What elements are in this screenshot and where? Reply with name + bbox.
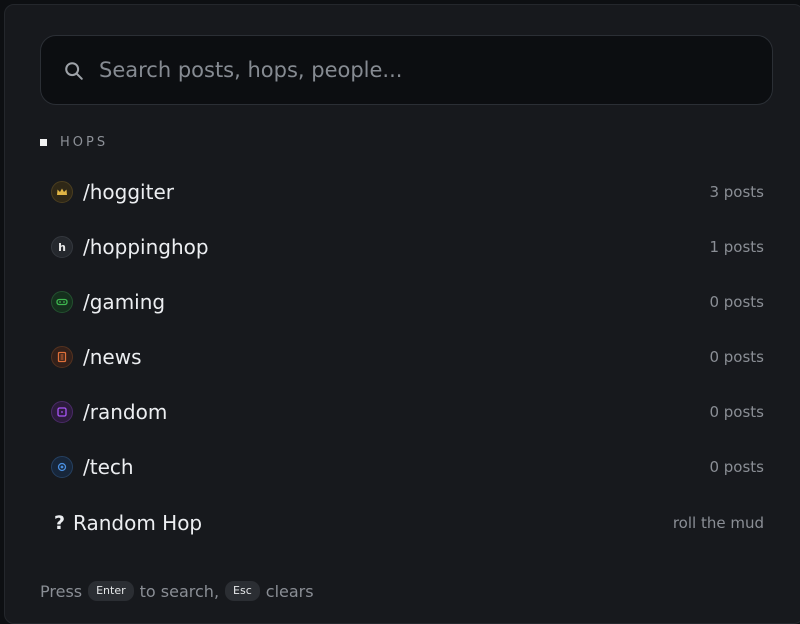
gamepad-icon (51, 291, 73, 313)
enter-key-badge: Enter (88, 581, 134, 601)
dice-icon (51, 401, 73, 423)
hop-item-hoppinghop[interactable]: h /hoppinghop 1 posts (41, 222, 771, 272)
question-mark-icon: ? (54, 512, 66, 534)
esc-key-badge: Esc (225, 581, 260, 601)
letter-h-icon: h (51, 236, 73, 258)
hop-name: /hoggiter (83, 180, 174, 204)
hop-item-news[interactable]: /news 0 posts (41, 332, 771, 382)
section-title: HOPS (60, 134, 109, 150)
random-hop-label: Random Hop (73, 511, 203, 535)
random-hop-item[interactable]: ? Random Hop roll the mud (41, 498, 771, 548)
hop-name: /news (83, 345, 142, 369)
keyboard-hint: Press Enter to search, Esc clears (40, 577, 314, 605)
newspaper-icon (51, 346, 73, 368)
hop-post-count: 0 posts (709, 348, 764, 366)
crown-icon (51, 181, 73, 203)
hops-section-header: HOPS (40, 132, 108, 152)
search-input[interactable] (99, 36, 759, 104)
hop-item-random[interactable]: /random 0 posts (41, 387, 771, 437)
hop-post-count: 1 posts (709, 238, 764, 256)
random-hop-hint: roll the mud (672, 514, 764, 532)
hop-post-count: 0 posts (709, 403, 764, 421)
hop-post-count: 3 posts (709, 183, 764, 201)
hop-name: /hoppinghop (83, 235, 209, 259)
hop-name: /gaming (83, 290, 166, 314)
hint-to-search: to search, (139, 581, 220, 601)
search-bar[interactable] (40, 35, 773, 105)
hint-clears: clears (265, 581, 314, 601)
hop-item-gaming[interactable]: /gaming 0 posts (41, 277, 771, 327)
hint-press: Press (40, 581, 83, 601)
hop-post-count: 0 posts (709, 293, 764, 311)
chip-icon (51, 456, 73, 478)
hop-item-tech[interactable]: /tech 0 posts (41, 442, 771, 492)
section-marker-icon (40, 138, 47, 146)
search-panel: HOPS /hoggiter 3 posts h /hoppinghop 1 p… (4, 4, 800, 624)
hop-name: /tech (83, 455, 134, 479)
hop-post-count: 0 posts (709, 458, 764, 476)
search-icon (65, 62, 83, 80)
hop-item-hoggiter[interactable]: /hoggiter 3 posts (41, 167, 771, 217)
hop-name: /random (83, 400, 168, 424)
